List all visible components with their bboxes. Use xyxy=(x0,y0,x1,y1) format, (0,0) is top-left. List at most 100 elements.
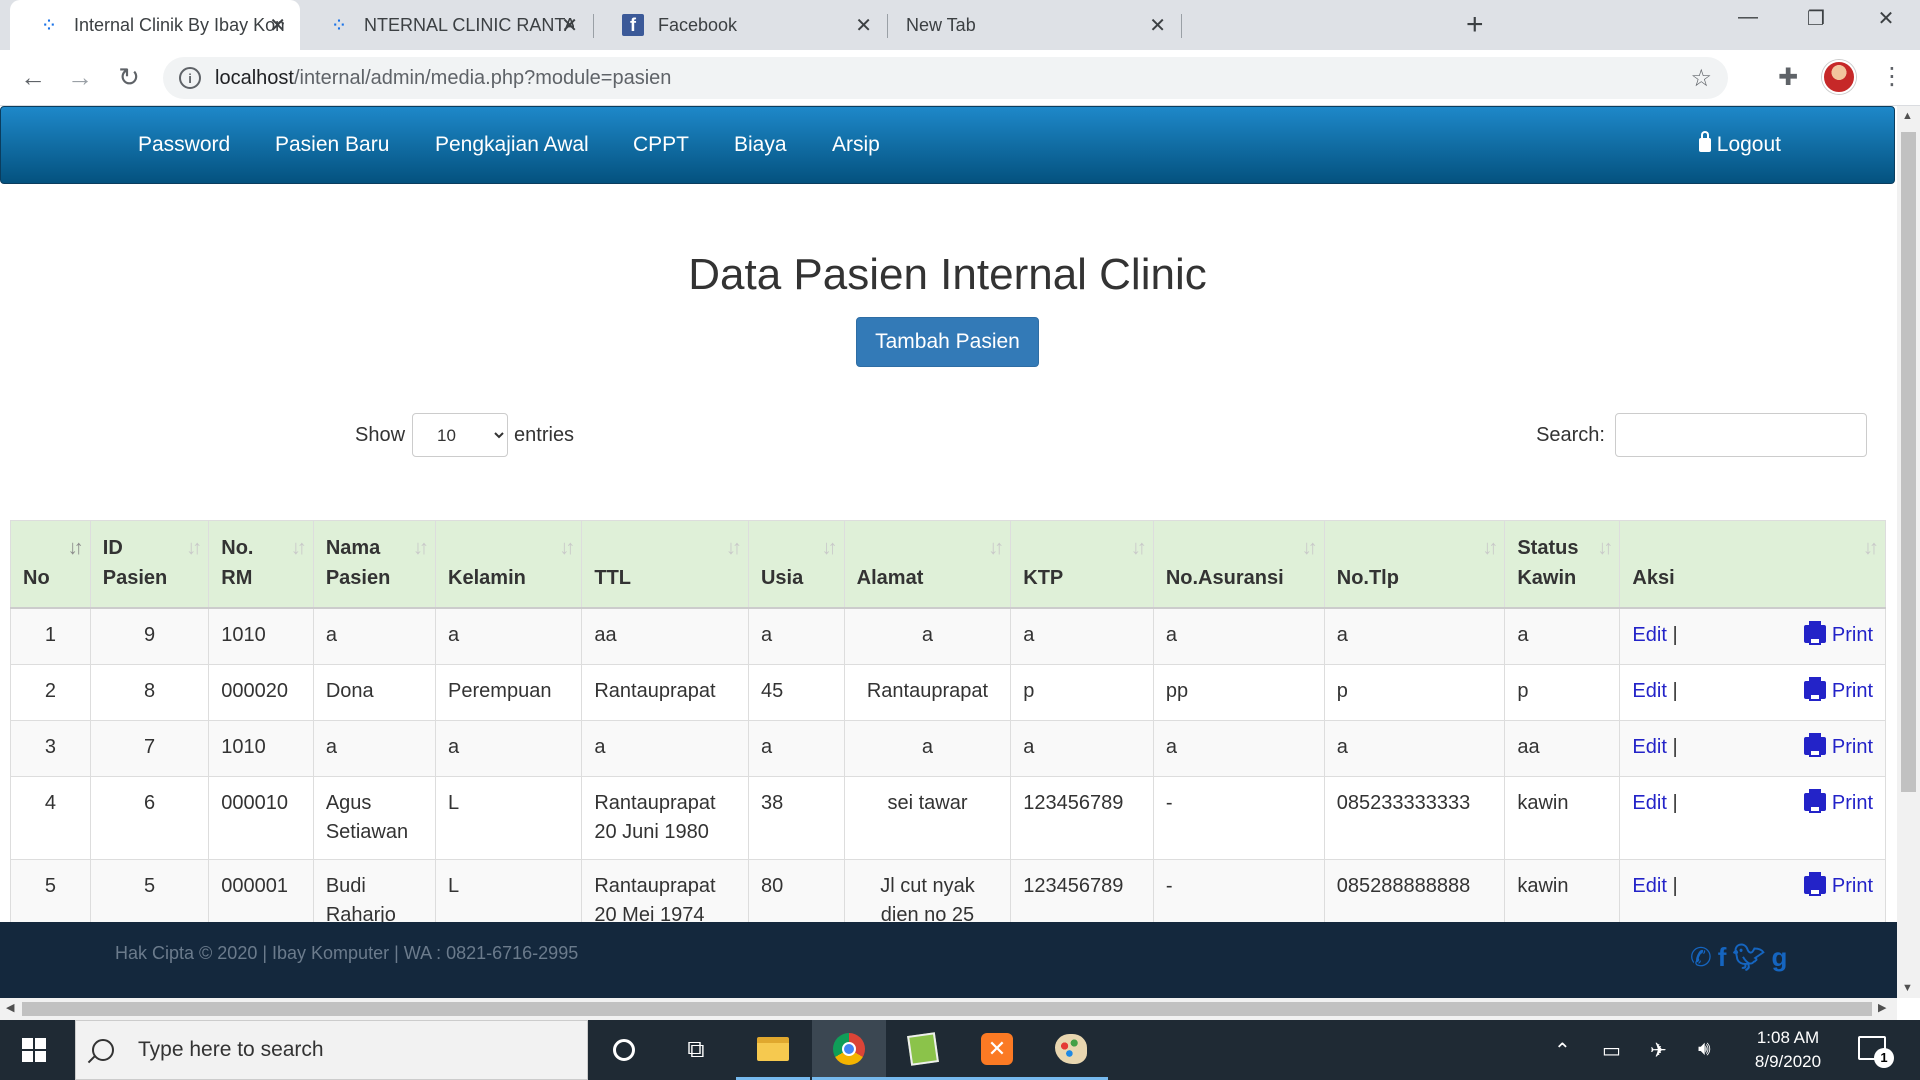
print-link[interactable]: Print xyxy=(1803,871,1873,901)
column-header[interactable]: Usia ↓↑ xyxy=(747,520,845,609)
sort-both-icon[interactable]: ↓↑ xyxy=(291,533,307,563)
reload-icon[interactable]: ↻ xyxy=(112,62,146,93)
close-tab-icon[interactable]: ✕ xyxy=(1149,13,1166,38)
close-tab-icon[interactable]: ✕ xyxy=(269,13,286,38)
sort-both-icon[interactable]: ↓↑ xyxy=(988,533,1004,563)
cortana-icon[interactable] xyxy=(606,1032,642,1068)
nav-arsip[interactable]: Arsip xyxy=(832,133,880,157)
nav-cppt[interactable]: CPPT xyxy=(633,133,689,157)
task-view-icon[interactable]: ⧉ xyxy=(678,1032,714,1068)
google-plus-icon[interactable]: g xyxy=(1771,942,1787,973)
notification-center-icon[interactable]: 1 xyxy=(1858,1036,1894,1068)
taskbar-search-box[interactable]: Type here to search xyxy=(75,1020,588,1080)
scroll-up-icon[interactable]: ▲ xyxy=(1902,110,1913,122)
search-icon xyxy=(92,1039,114,1061)
minimize-icon[interactable]: — xyxy=(1718,6,1778,29)
tray-chevron-up-icon[interactable]: ⌃ xyxy=(1554,1038,1571,1063)
site-navbar: Password Pasien Baru Pengkajian Awal CPP… xyxy=(0,106,1895,184)
cell-alamat-line: sei tawar xyxy=(887,791,968,814)
address-bar[interactable]: i localhost/internal/admin/media.php?mod… xyxy=(163,57,1728,99)
sort-both-icon[interactable]: ↓↑ xyxy=(1131,533,1147,563)
sort-both-icon[interactable]: ↓↑ xyxy=(186,533,202,563)
column-header[interactable]: Nama Pasien ↓↑ xyxy=(312,520,437,609)
forward-arrow-icon[interactable]: → xyxy=(63,62,97,93)
edit-link[interactable]: Edit xyxy=(1632,624,1666,646)
sort-both-icon[interactable]: ↓↑ xyxy=(822,533,838,563)
nav-biaya[interactable]: Biaya xyxy=(734,133,787,157)
extensions-puzzle-icon[interactable]: ✚ xyxy=(1778,63,1798,92)
address-url[interactable]: localhost/internal/admin/media.php?modul… xyxy=(215,67,671,90)
tab-internal-clinic-rantauprapat[interactable]: ⁘ NTERNAL CLINIC RANTAUPRAPAT ✕ xyxy=(300,0,592,50)
windows-start-icon[interactable] xyxy=(22,1038,46,1062)
new-tab-plus-icon[interactable]: + xyxy=(1466,8,1484,42)
scroll-left-icon[interactable]: ◀ xyxy=(6,1001,14,1014)
tab-facebook[interactable]: f Facebook ✕ xyxy=(594,0,886,50)
edit-link[interactable]: Edit xyxy=(1632,680,1666,702)
print-link[interactable]: Print xyxy=(1803,676,1873,706)
network-icon[interactable]: ✈ xyxy=(1650,1038,1667,1063)
column-header[interactable]: Alamat ↓↑ xyxy=(843,520,1012,609)
taskbar-clock[interactable]: 1:08 AM 8/9/2020 xyxy=(1740,1026,1836,1074)
nav-pasien-baru[interactable]: Pasien Baru xyxy=(275,133,389,157)
cell-usia: 38 xyxy=(747,775,845,860)
paint-icon[interactable] xyxy=(1034,1020,1108,1080)
sort-both-icon[interactable]: ↓↑ xyxy=(559,533,575,563)
clinic-favicon-icon: ⁘ xyxy=(333,16,345,33)
whatsapp-icon[interactable]: ✆ xyxy=(1690,942,1712,973)
column-header[interactable]: No.Asuransi ↓↑ xyxy=(1152,520,1325,609)
site-info-icon[interactable]: i xyxy=(179,67,201,89)
tambah-pasien-button[interactable]: Tambah Pasien xyxy=(856,317,1039,367)
entries-select[interactable]: 10 xyxy=(412,413,509,457)
profile-avatar[interactable] xyxy=(1822,60,1856,94)
close-tab-icon[interactable]: ✕ xyxy=(855,13,872,38)
sort-both-icon[interactable]: ↓↑ xyxy=(413,533,429,563)
sort-both-icon[interactable]: ↓↑ xyxy=(1482,533,1498,563)
print-link[interactable]: Print xyxy=(1803,732,1873,762)
column-header[interactable]: Aksi ↓↑ xyxy=(1619,520,1886,609)
scroll-right-icon[interactable]: ▶ xyxy=(1878,1001,1886,1014)
column-header[interactable]: No. RM ↓↑ xyxy=(208,520,314,609)
twitter-icon[interactable]: 🐦︎ xyxy=(1732,942,1765,973)
column-header[interactable]: No.Tlp ↓↑ xyxy=(1323,520,1506,609)
sort-ascending-icon[interactable]: ↓↑ xyxy=(68,533,84,563)
volume-icon[interactable]: 🔊︎ xyxy=(1698,1038,1711,1061)
tab-internal-clinik[interactable]: ⁘ Internal Clinik By Ibay Komputer ✕ xyxy=(10,0,300,50)
battery-icon[interactable]: ▭ xyxy=(1602,1038,1621,1063)
close-tab-icon[interactable]: ✕ xyxy=(561,13,578,38)
restore-icon[interactable]: ❐ xyxy=(1786,6,1846,31)
nav-password[interactable]: Password xyxy=(138,133,230,157)
xampp-icon[interactable]: ✕ xyxy=(960,1020,1034,1080)
print-link[interactable]: Print xyxy=(1803,788,1873,818)
file-explorer-icon[interactable] xyxy=(736,1020,810,1080)
horizontal-scroll-thumb[interactable] xyxy=(22,1002,1872,1016)
tab-new-tab[interactable]: New Tab ✕ xyxy=(888,0,1180,50)
column-header[interactable]: Kelamin ↓↑ xyxy=(435,520,583,609)
edit-link[interactable]: Edit xyxy=(1632,792,1666,814)
close-window-icon[interactable]: ✕ xyxy=(1856,6,1916,31)
print-link[interactable]: Print xyxy=(1803,621,1873,650)
chrome-icon[interactable] xyxy=(812,1020,886,1080)
vertical-scroll-thumb[interactable] xyxy=(1901,132,1916,792)
bookmark-star-icon[interactable]: ☆ xyxy=(1690,64,1712,93)
notepad-plus-plus-icon[interactable] xyxy=(886,1020,960,1080)
column-header[interactable]: KTP ↓↑ xyxy=(1010,520,1154,609)
sort-both-icon[interactable]: ↓↑ xyxy=(726,533,742,563)
nav-pengkajian-awal[interactable]: Pengkajian Awal xyxy=(435,133,589,157)
scroll-down-icon[interactable]: ▼ xyxy=(1902,982,1913,994)
column-header[interactable]: No ↓↑ xyxy=(10,520,91,609)
facebook-icon[interactable]: f xyxy=(1718,942,1727,973)
column-header[interactable]: Status Kawin ↓↑ xyxy=(1504,520,1621,609)
horizontal-scrollbar[interactable]: ◀ ▶ xyxy=(0,998,1897,1020)
vertical-scrollbar[interactable]: ▲ ▼ xyxy=(1897,106,1920,998)
back-arrow-icon[interactable]: ← xyxy=(16,62,50,93)
sort-both-icon[interactable]: ↓↑ xyxy=(1597,533,1613,563)
sort-both-icon[interactable]: ↓↑ xyxy=(1863,533,1879,563)
column-header[interactable]: ID Pasien ↓↑ xyxy=(89,520,210,609)
logout-link[interactable]: Logout xyxy=(1698,131,1781,157)
sort-both-icon[interactable]: ↓↑ xyxy=(1302,533,1318,563)
browser-menu-icon[interactable]: ⋮ xyxy=(1880,62,1904,91)
edit-link[interactable]: Edit xyxy=(1632,875,1666,897)
column-header[interactable]: TTL ↓↑ xyxy=(581,520,749,609)
edit-link[interactable]: Edit xyxy=(1632,736,1666,758)
table-search-input[interactable] xyxy=(1615,413,1867,457)
